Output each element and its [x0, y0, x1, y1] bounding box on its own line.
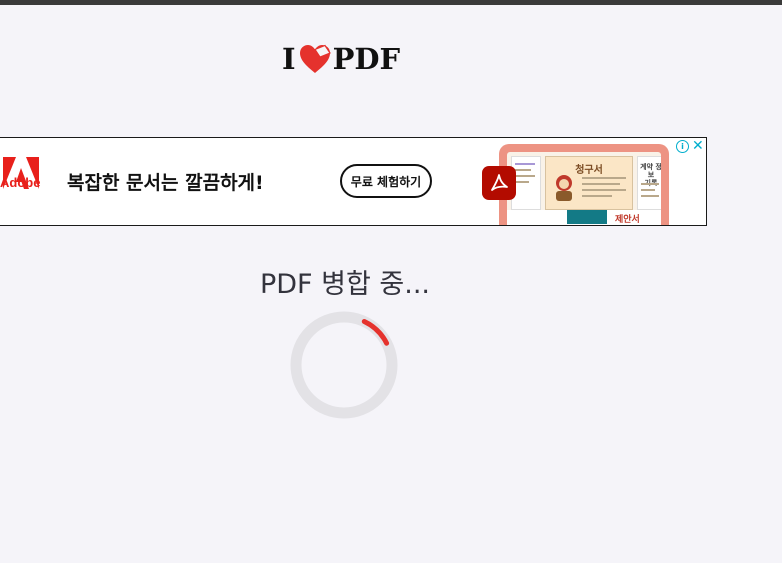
browser-top-bar — [0, 0, 782, 5]
adobe-brand-text: Adobe — [0, 175, 41, 190]
ad-banner[interactable]: Adobe 복잡한 문서는 깔끔하게! 무료 체험하기 청구서 계약 보 제안서… — [0, 137, 707, 226]
preview-line — [641, 189, 655, 191]
logo-text-i: I — [282, 42, 296, 76]
preview-proposal-title: 제안서 — [615, 215, 640, 225]
preview-line — [515, 163, 535, 165]
preview-line — [582, 183, 620, 185]
preview-line — [582, 195, 612, 197]
preview-side-card: 계약 정보 기록 — [637, 156, 661, 210]
loading-spinner-icon — [290, 311, 398, 419]
close-icon[interactable]: ✕ — [692, 139, 704, 153]
character-illustration-icon — [556, 175, 572, 201]
preview-invoice-card: 청구서 — [545, 156, 633, 210]
preview-line — [582, 177, 626, 179]
ad-choices[interactable]: i ✕ — [676, 138, 706, 154]
merge-status-text: PDF 병합 중... — [259, 269, 431, 300]
preview-line — [641, 195, 659, 197]
free-trial-button[interactable]: 무료 체험하기 — [340, 164, 432, 198]
ad-preview-documents: 청구서 계약 정보 기록 — [507, 152, 661, 225]
preview-bottom-strip: 제안서 — [507, 210, 661, 225]
preview-teal-block — [567, 210, 607, 224]
preview-line — [515, 169, 531, 171]
ilovepdf-logo[interactable]: I PDF — [282, 41, 400, 77]
preview-line — [582, 189, 626, 191]
ad-preview-image[interactable]: 청구서 계약 정보 기록 — [499, 144, 669, 225]
acrobat-icon — [482, 166, 516, 200]
ad-headline[interactable]: 복잡한 문서는 깔끔하게! — [67, 168, 264, 195]
logo-text-pdf: PDF — [332, 42, 401, 76]
preview-line — [641, 183, 659, 185]
preview-line — [515, 175, 535, 177]
info-icon[interactable]: i — [676, 139, 689, 153]
preview-line — [515, 181, 529, 183]
heart-icon — [299, 44, 331, 73]
